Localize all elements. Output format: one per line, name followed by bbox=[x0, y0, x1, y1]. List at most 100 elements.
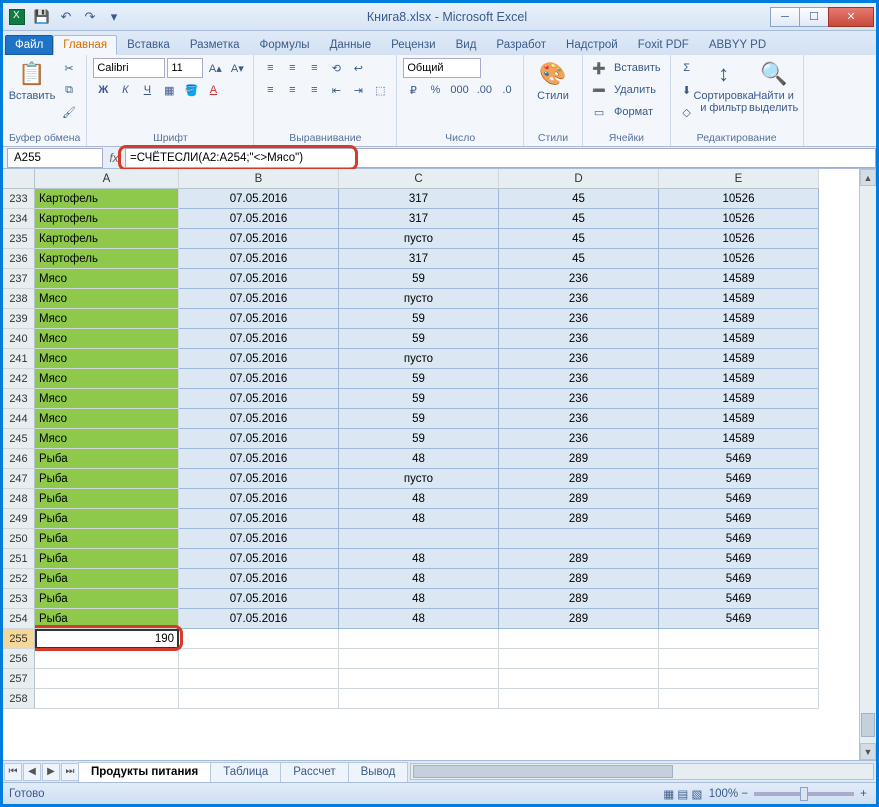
cell[interactable]: пусто bbox=[339, 289, 499, 309]
cell[interactable] bbox=[659, 669, 819, 689]
cell[interactable]: Рыба bbox=[35, 589, 179, 609]
shrink-font-icon[interactable]: A▾ bbox=[227, 58, 247, 78]
indent-dec-icon[interactable]: ⇤ bbox=[326, 80, 346, 100]
cell[interactable]: 48 bbox=[339, 489, 499, 509]
cell[interactable]: 14589 bbox=[659, 369, 819, 389]
tab-dev[interactable]: Разработ bbox=[486, 35, 556, 55]
cut-icon[interactable]: ✂ bbox=[59, 58, 79, 78]
format-painter-icon[interactable]: 🖌 bbox=[59, 102, 79, 122]
cell[interactable]: 07.05.2016 bbox=[179, 389, 339, 409]
cell[interactable]: 07.05.2016 bbox=[179, 349, 339, 369]
cell[interactable]: Рыба bbox=[35, 609, 179, 629]
sheet-tab[interactable]: Рассчет bbox=[280, 762, 348, 782]
cell[interactable] bbox=[35, 669, 179, 689]
undo-icon[interactable]: ↶ bbox=[57, 8, 75, 26]
sheet-nav-prev[interactable]: ◀ bbox=[23, 763, 41, 781]
orientation-icon[interactable]: ⟲ bbox=[326, 58, 346, 78]
scroll-thumb[interactable] bbox=[861, 713, 875, 737]
cell[interactable]: 59 bbox=[339, 309, 499, 329]
cell[interactable]: 5469 bbox=[659, 569, 819, 589]
cell[interactable]: 07.05.2016 bbox=[179, 209, 339, 229]
cell[interactable]: 48 bbox=[339, 449, 499, 469]
inc-decimal-icon[interactable]: .00 bbox=[474, 80, 495, 100]
cell[interactable]: 45 bbox=[499, 189, 659, 209]
save-icon[interactable]: 💾 bbox=[33, 8, 51, 26]
insert-cells-button[interactable]: Вставить bbox=[611, 58, 664, 78]
tab-layout[interactable]: Разметка bbox=[180, 35, 250, 55]
cell[interactable]: 317 bbox=[339, 249, 499, 269]
cell[interactable]: 48 bbox=[339, 609, 499, 629]
cell[interactable]: 48 bbox=[339, 589, 499, 609]
cell[interactable] bbox=[339, 669, 499, 689]
sheet-nav-first[interactable]: ⏮ bbox=[4, 763, 22, 781]
cell[interactable] bbox=[659, 649, 819, 669]
sheet-tab[interactable]: Вывод bbox=[348, 762, 409, 782]
cell[interactable] bbox=[339, 689, 499, 709]
cell[interactable]: Мясо bbox=[35, 349, 179, 369]
italic-icon[interactable]: К bbox=[115, 80, 135, 100]
col-header-D[interactable]: D bbox=[499, 169, 659, 189]
cell[interactable]: 236 bbox=[499, 309, 659, 329]
row-header[interactable]: 250 bbox=[3, 529, 35, 549]
cell[interactable]: Картофель bbox=[35, 249, 179, 269]
row-header[interactable]: 256 bbox=[3, 649, 35, 669]
cell[interactable] bbox=[659, 629, 819, 649]
cell[interactable]: 236 bbox=[499, 429, 659, 449]
tab-foxit[interactable]: Foxit PDF bbox=[628, 35, 699, 55]
paste-button[interactable]: 📋 Вставить bbox=[9, 58, 55, 102]
cell[interactable]: 5469 bbox=[659, 449, 819, 469]
row-header[interactable]: 258 bbox=[3, 689, 35, 709]
cell[interactable]: 10526 bbox=[659, 249, 819, 269]
cell[interactable] bbox=[179, 649, 339, 669]
cell[interactable]: 48 bbox=[339, 509, 499, 529]
cell[interactable]: Рыба bbox=[35, 489, 179, 509]
cell[interactable]: 5469 bbox=[659, 509, 819, 529]
cell[interactable]: пусто bbox=[339, 349, 499, 369]
cell[interactable]: 190 bbox=[35, 629, 179, 649]
cell[interactable]: 07.05.2016 bbox=[179, 529, 339, 549]
cell[interactable]: 48 bbox=[339, 569, 499, 589]
col-header-E[interactable]: E bbox=[659, 169, 819, 189]
cell[interactable]: 236 bbox=[499, 269, 659, 289]
cell[interactable]: 289 bbox=[499, 569, 659, 589]
row-header[interactable]: 252 bbox=[3, 569, 35, 589]
row-header[interactable]: 241 bbox=[3, 349, 35, 369]
row-header[interactable]: 253 bbox=[3, 589, 35, 609]
cell[interactable]: 5469 bbox=[659, 469, 819, 489]
cell[interactable]: Мясо bbox=[35, 269, 179, 289]
copy-icon[interactable]: ⧉ bbox=[59, 80, 79, 100]
merge-icon[interactable]: ⬚ bbox=[370, 80, 390, 100]
sheet-tab[interactable]: Продукты питания bbox=[78, 762, 211, 782]
cell[interactable]: 07.05.2016 bbox=[179, 609, 339, 629]
delete-cells-button[interactable]: Удалить bbox=[611, 80, 659, 100]
cell[interactable]: 07.05.2016 bbox=[179, 509, 339, 529]
percent-icon[interactable]: % bbox=[425, 80, 445, 100]
sheet-nav-next[interactable]: ▶ bbox=[42, 763, 60, 781]
styles-button[interactable]: 🎨 Стили bbox=[530, 58, 576, 102]
cell[interactable]: 236 bbox=[499, 289, 659, 309]
cell[interactable]: 14589 bbox=[659, 269, 819, 289]
row-header[interactable]: 248 bbox=[3, 489, 35, 509]
cell[interactable]: 236 bbox=[499, 409, 659, 429]
cell[interactable]: 317 bbox=[339, 189, 499, 209]
maximize-button[interactable]: ☐ bbox=[799, 7, 829, 27]
cell[interactable]: 236 bbox=[499, 369, 659, 389]
cell[interactable]: 14589 bbox=[659, 429, 819, 449]
cell[interactable]: 07.05.2016 bbox=[179, 429, 339, 449]
align-mid-icon[interactable]: ≡ bbox=[282, 58, 302, 78]
cell[interactable]: 14589 bbox=[659, 309, 819, 329]
cell[interactable]: 07.05.2016 bbox=[179, 549, 339, 569]
redo-icon[interactable]: ↷ bbox=[81, 8, 99, 26]
cell[interactable]: 45 bbox=[499, 249, 659, 269]
format-cells-button[interactable]: Формат bbox=[611, 102, 656, 122]
vertical-scrollbar[interactable]: ▲ ▼ bbox=[859, 169, 876, 760]
close-button[interactable]: ✕ bbox=[828, 7, 874, 27]
row-header[interactable]: 257 bbox=[3, 669, 35, 689]
row-header[interactable]: 238 bbox=[3, 289, 35, 309]
cell[interactable]: 59 bbox=[339, 369, 499, 389]
row-header[interactable]: 242 bbox=[3, 369, 35, 389]
cell[interactable]: Рыба bbox=[35, 529, 179, 549]
cell[interactable]: 59 bbox=[339, 329, 499, 349]
cell[interactable]: пусто bbox=[339, 229, 499, 249]
cell[interactable]: Рыба bbox=[35, 569, 179, 589]
